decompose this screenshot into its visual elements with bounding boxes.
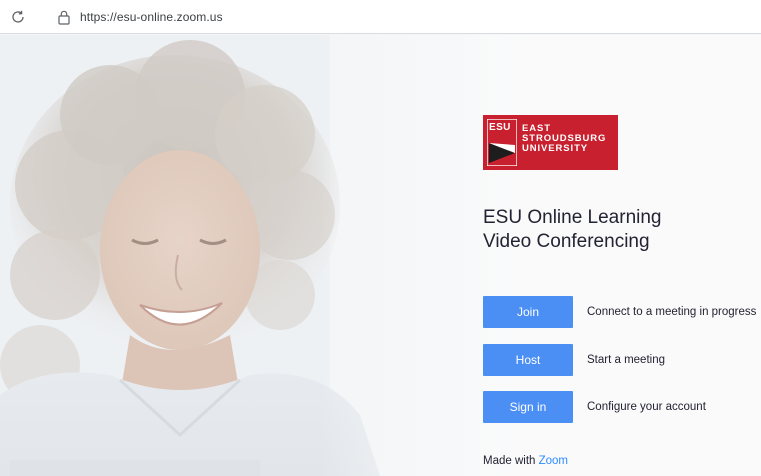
join-description: Connect to a meeting in progress [587,306,757,318]
logo-mark-text: ESU [489,122,511,133]
made-with-prefix: Made with [483,455,539,467]
made-with-zoom: Made with Zoom [483,455,568,467]
zoom-link[interactable]: Zoom [539,455,568,467]
page-title: ESU Online Learning Video Conferencing [483,206,753,254]
host-button[interactable]: Host [483,344,573,376]
browser-address-bar: https://esu-online.zoom.us [0,0,761,34]
join-button[interactable]: Join [483,296,573,328]
lock-icon[interactable] [57,9,71,25]
logo-line-3: UNIVERSITY [522,143,589,154]
url-field[interactable]: https://esu-online.zoom.us [80,10,223,24]
page-title-line-1: ESU Online Learning [483,207,662,228]
sign-in-description: Configure your account [587,401,706,413]
page-title-line-2: Video Conferencing [483,231,650,252]
esu-logo: ESU EAST STROUDSBURG UNIVERSITY [483,115,618,170]
host-description: Start a meeting [587,354,665,366]
reload-icon[interactable] [10,9,26,25]
sign-in-button[interactable]: Sign in [483,391,573,423]
